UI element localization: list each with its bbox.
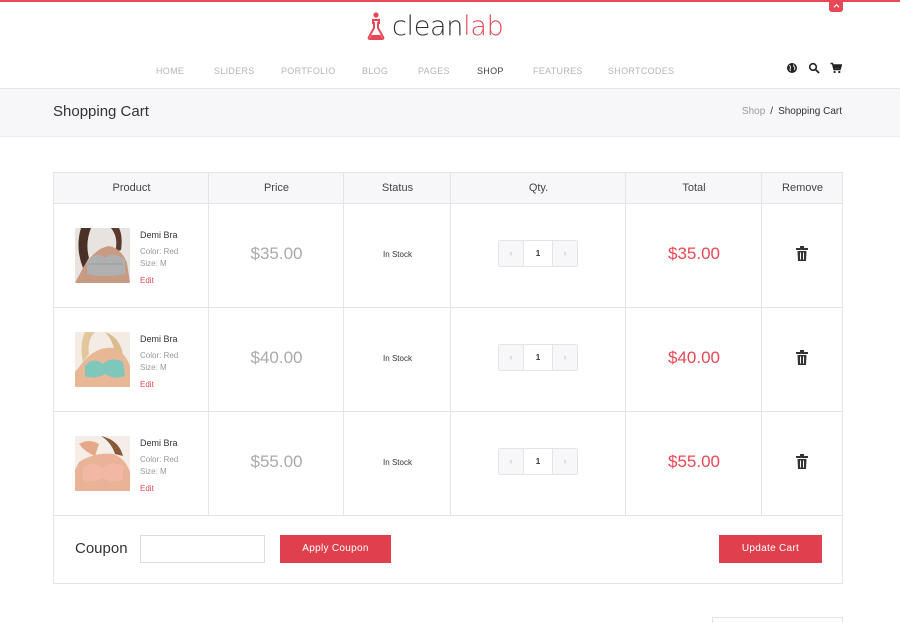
trash-icon[interactable] xyxy=(795,350,809,366)
item-price: $35.00 xyxy=(250,244,303,263)
nav-item-pages[interactable]: PAGES xyxy=(418,66,450,76)
breadcrumb: Shop / Shopping Cart xyxy=(742,106,842,117)
edit-link[interactable]: Edit xyxy=(140,484,154,493)
logo-text-part1: clean xyxy=(392,10,464,42)
column-header-product: Product xyxy=(112,182,151,194)
product-color: Color: Red xyxy=(140,351,179,360)
site-logo[interactable]: cleanlab xyxy=(366,10,504,42)
product-color: Color: Red xyxy=(140,455,179,464)
main-nav: HOME SLIDERS PORTFOLIO BLOG PAGES SHOP F… xyxy=(0,62,900,82)
quantity-value[interactable]: 1 xyxy=(524,241,552,266)
page-title-bar: Shopping Cart Shop / Shopping Cart xyxy=(0,90,900,137)
decrease-qty-button[interactable]: ‹ xyxy=(499,449,524,474)
product-size: Size: M xyxy=(140,363,167,372)
product-thumbnail[interactable] xyxy=(75,228,130,283)
nav-item-home[interactable]: HOME xyxy=(156,66,184,76)
cart-table-header: Product Price Status Qty. Total Remove xyxy=(54,173,842,204)
breadcrumb-current: Shopping Cart xyxy=(778,106,842,117)
cart-item-row: Demi Bra Color: Red Size: M Edit $40.00 … xyxy=(54,308,842,412)
header-icons xyxy=(786,62,842,74)
update-cart-button[interactable]: Update Cart xyxy=(719,535,822,563)
stock-status: In Stock xyxy=(383,250,412,259)
quantity-value[interactable]: 1 xyxy=(524,449,552,474)
column-header-remove: Remove xyxy=(782,182,823,194)
product-name[interactable]: Demi Bra xyxy=(140,334,178,344)
coupon-input[interactable] xyxy=(140,535,265,563)
column-header-total: Total xyxy=(682,182,706,194)
cart-item-row: Demi Bra Color: Red Size: M Edit $55.00 … xyxy=(54,412,842,516)
edit-link[interactable]: Edit xyxy=(140,276,154,285)
coupon-label: Coupon xyxy=(75,540,128,557)
product-thumbnail[interactable] xyxy=(75,332,130,387)
nav-item-blog[interactable]: BLOG xyxy=(362,66,388,76)
column-header-price: Price xyxy=(263,182,290,194)
product-thumbnail[interactable] xyxy=(75,436,130,491)
quantity-value[interactable]: 1 xyxy=(524,345,552,370)
nav-item-shortcodes[interactable]: SHORTCODES xyxy=(608,66,674,76)
nav-item-features[interactable]: FEATURES xyxy=(533,66,583,76)
cart-totals-box xyxy=(712,617,843,623)
breadcrumb-shop-link[interactable]: Shop xyxy=(742,106,765,117)
item-total: $35.00 xyxy=(668,244,720,263)
top-accent-line-overlay xyxy=(0,0,900,2)
nav-item-shop[interactable]: SHOP xyxy=(477,66,504,76)
edit-link[interactable]: Edit xyxy=(140,380,154,389)
nav-item-sliders[interactable]: SLIDERS xyxy=(214,66,255,76)
apply-coupon-button[interactable]: Apply Coupon xyxy=(280,535,391,563)
cart-table: Product Price Status Qty. Total Remove D… xyxy=(53,172,843,584)
flask-person-icon xyxy=(367,12,385,40)
product-name[interactable]: Demi Bra xyxy=(140,230,178,240)
page-title: Shopping Cart xyxy=(53,103,149,120)
quantity-stepper: ‹ 1 › xyxy=(498,344,578,371)
trash-icon[interactable] xyxy=(795,454,809,470)
logo-text-part2: lab xyxy=(463,10,504,42)
trash-icon[interactable] xyxy=(795,246,809,262)
item-price: $55.00 xyxy=(250,452,303,471)
increase-qty-button[interactable]: › xyxy=(552,449,577,474)
quantity-stepper: ‹ 1 › xyxy=(498,240,578,267)
cart-actions-row: Coupon Apply Coupon Update Cart xyxy=(54,516,842,584)
search-icon[interactable] xyxy=(808,62,820,74)
product-size: Size: M xyxy=(140,467,167,476)
item-total: $40.00 xyxy=(668,348,720,367)
site-header: cleanlab HOME SLIDERS PORTFOLIO BLOG PAG… xyxy=(0,0,900,89)
cart-item-row: Demi Bra Color: Red Size: M Edit $35.00 … xyxy=(54,204,842,308)
column-header-qty: Qty. xyxy=(528,182,549,194)
product-name[interactable]: Demi Bra xyxy=(140,438,178,448)
column-header-status: Status xyxy=(381,182,414,194)
stock-status: In Stock xyxy=(383,354,412,363)
product-size: Size: M xyxy=(140,259,167,268)
breadcrumb-separator: / xyxy=(770,106,774,117)
increase-qty-button[interactable]: › xyxy=(552,241,577,266)
chevron-up-icon xyxy=(833,3,839,8)
decrease-qty-button[interactable]: ‹ xyxy=(499,345,524,370)
decrease-qty-button[interactable]: ‹ xyxy=(499,241,524,266)
quantity-stepper: ‹ 1 › xyxy=(498,448,578,475)
nav-item-portfolio[interactable]: PORTFOLIO xyxy=(281,66,336,76)
cart-icon[interactable] xyxy=(830,62,842,74)
item-price: $40.00 xyxy=(250,348,303,367)
stock-status: In Stock xyxy=(383,458,412,467)
globe-icon[interactable] xyxy=(786,62,798,74)
increase-qty-button[interactable]: › xyxy=(552,345,577,370)
scroll-top-tab[interactable] xyxy=(829,0,843,12)
product-color: Color: Red xyxy=(140,247,179,256)
logo-text: cleanlab xyxy=(392,10,504,42)
item-total: $55.00 xyxy=(668,452,720,471)
